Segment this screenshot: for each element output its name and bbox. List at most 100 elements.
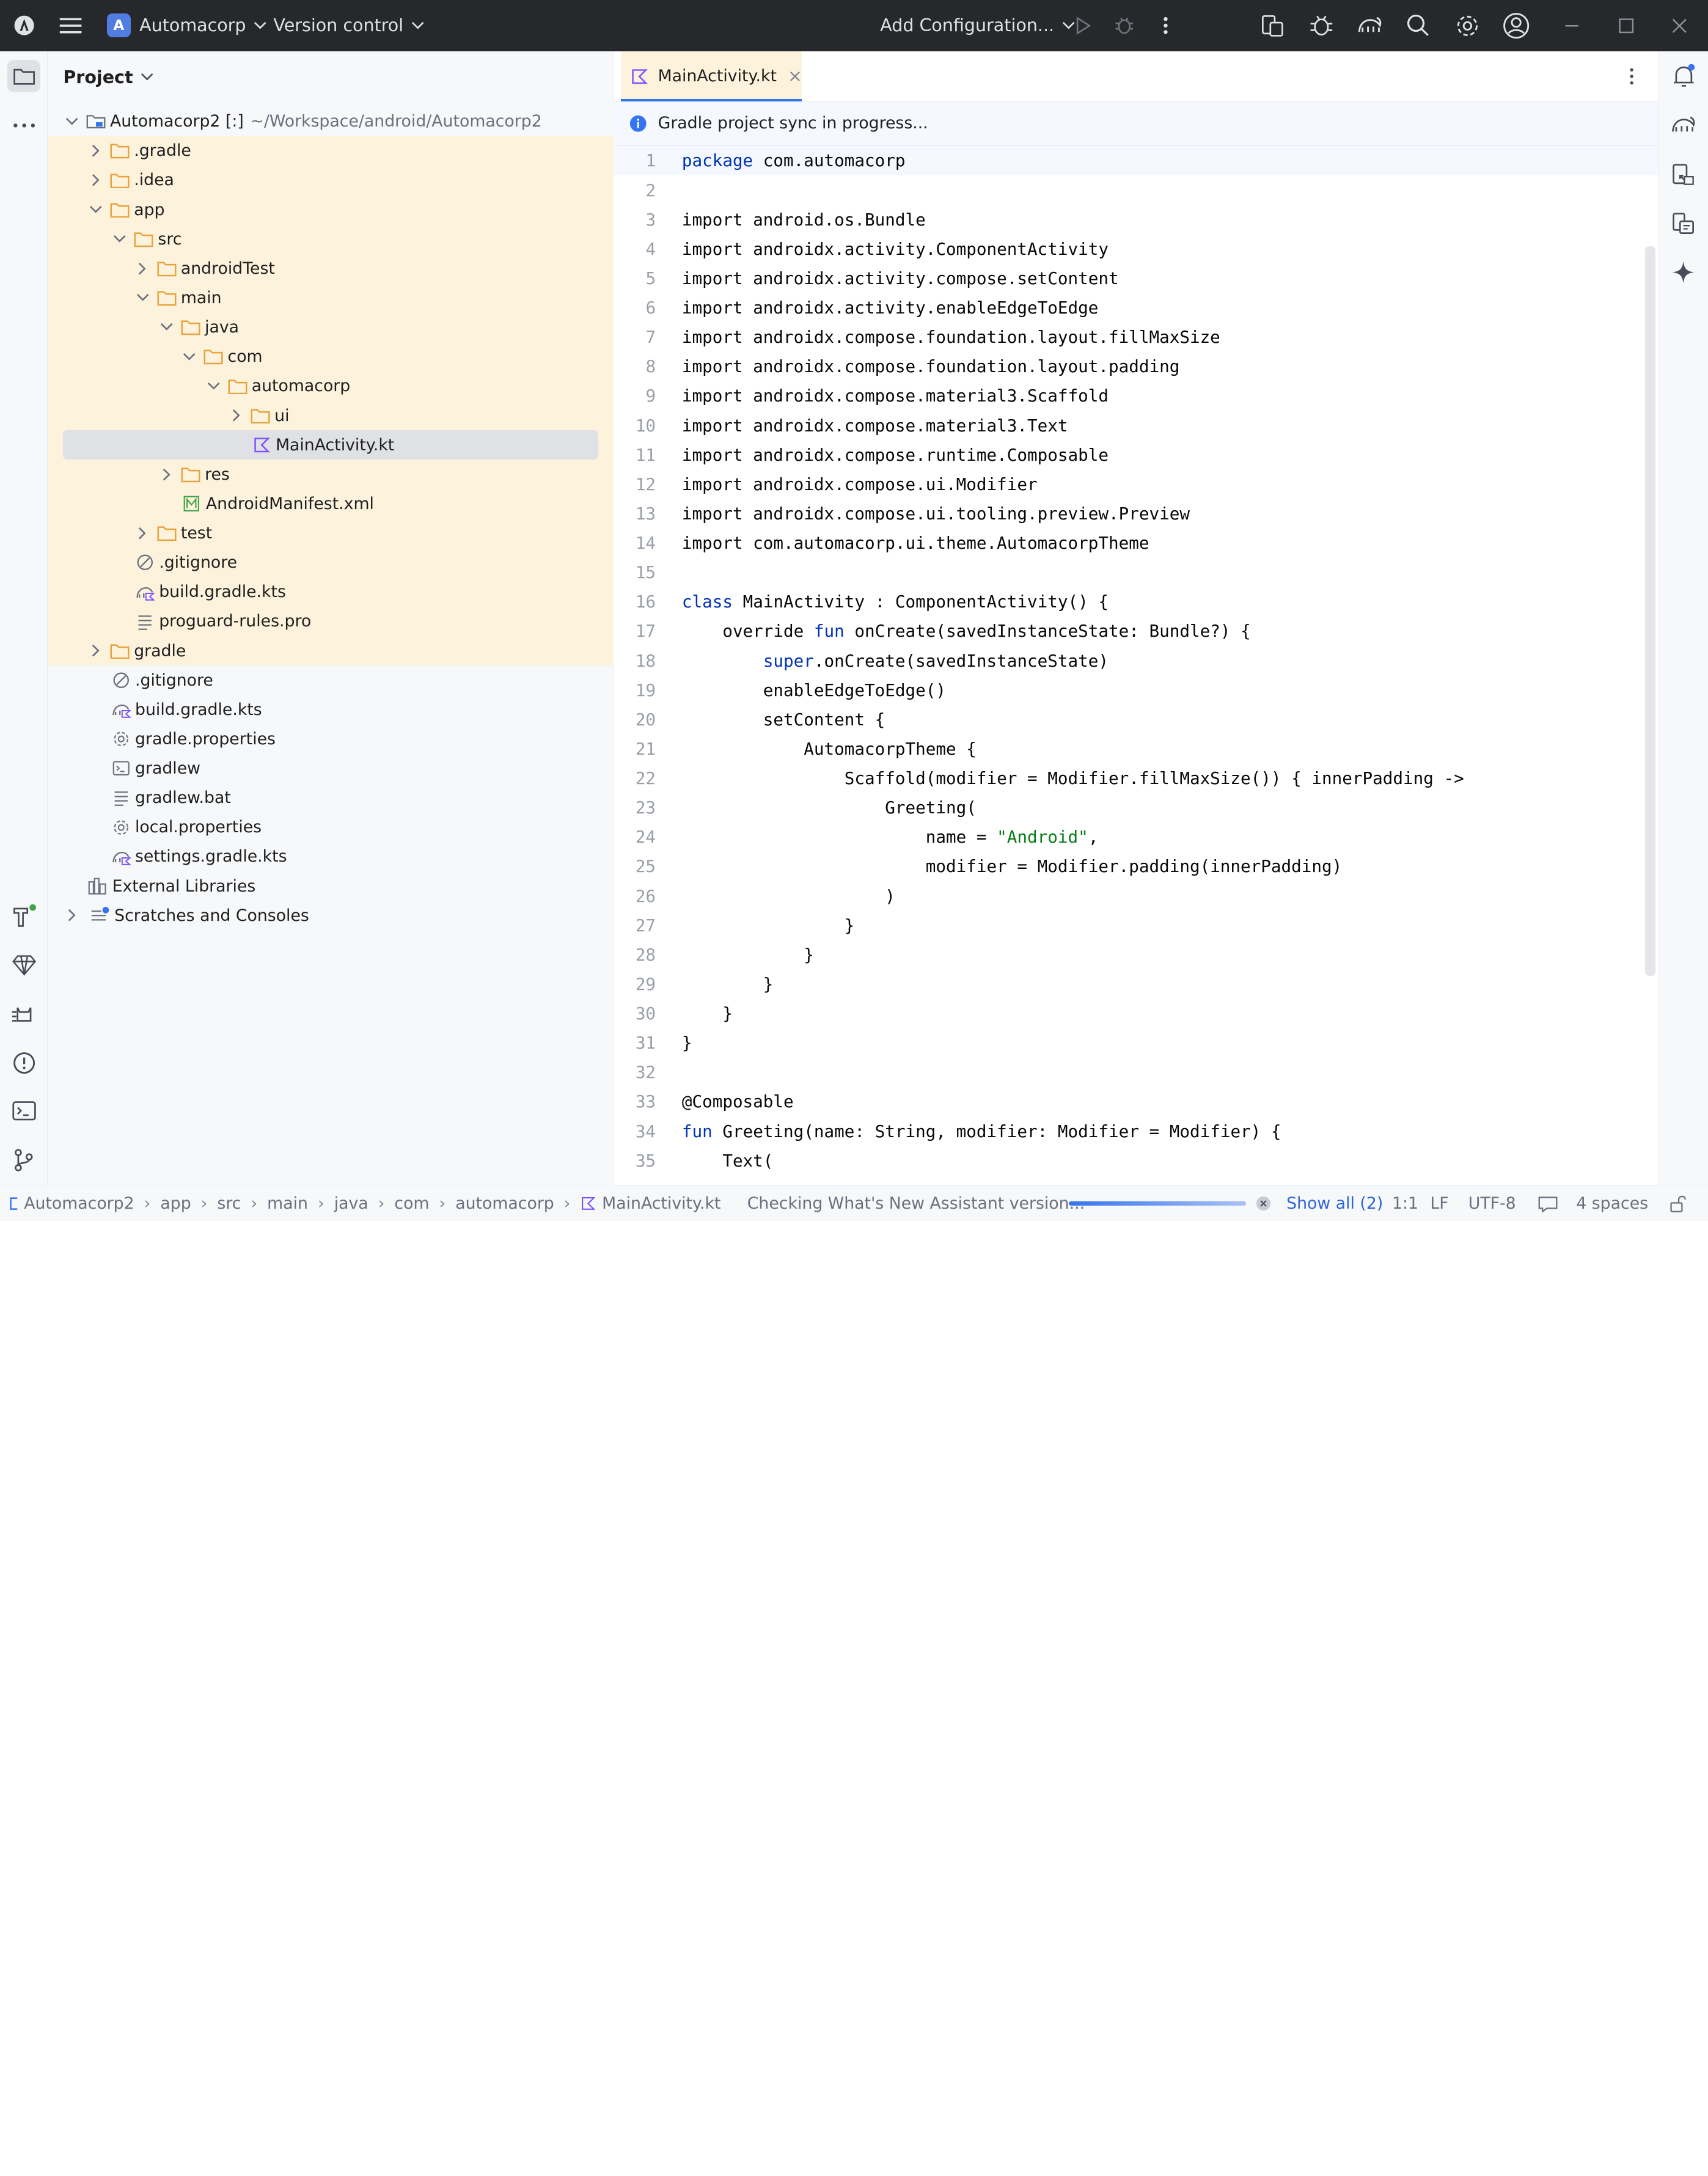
tree-item-res[interactable]: res [48, 460, 614, 489]
tree-item-app[interactable]: app [48, 195, 614, 225]
minimize-icon[interactable] [1563, 0, 1581, 51]
project-switcher[interactable]: A Automacorp [106, 0, 267, 51]
chevron-down-icon[interactable] [181, 348, 199, 365]
tree-item-root-build-gradle[interactable]: build.gradle.kts [48, 695, 613, 724]
chevron-down-icon[interactable] [87, 201, 105, 219]
tree-item-gradle-dir[interactable]: .gradle [48, 136, 614, 166]
breadcrumb-item[interactable]: com [394, 1194, 429, 1213]
lock-icon[interactable] [1669, 1185, 1687, 1221]
project-tool-icon[interactable] [7, 60, 40, 93]
chevron-right-icon[interactable] [63, 907, 81, 925]
debug-icon[interactable] [1113, 0, 1135, 51]
code-line: 6 import androidx.activity.enableEdgeToEd… [614, 293, 1658, 322]
chevron-down-icon[interactable] [205, 378, 222, 395]
tree-item-androidtest[interactable]: androidTest [48, 254, 614, 284]
notifications-bell-icon[interactable] [1667, 60, 1699, 92]
device-file-explorer-icon[interactable] [1667, 158, 1699, 190]
tree-item-test[interactable]: test [48, 518, 614, 548]
tree-item-java[interactable]: java [48, 312, 614, 342]
tree-item-external-libraries[interactable]: External Libraries [48, 871, 613, 901]
tree-item-scratches[interactable]: Scratches and Consoles [48, 901, 613, 930]
run-config-selector[interactable]: Add Configuration... [880, 0, 1075, 51]
chevron-right-icon[interactable] [87, 642, 105, 660]
code-editor[interactable]: 1 package com.automacorp 2 3 import androi… [614, 145, 1658, 1185]
version-control-icon[interactable] [7, 1144, 40, 1176]
maximize-icon[interactable] [1618, 0, 1635, 51]
close-tab-icon[interactable] [790, 71, 801, 82]
tree-item-local-properties[interactable]: local.properties [48, 813, 613, 842]
tab-mainactivity[interactable]: MainActivity.kt [621, 51, 802, 103]
breadcrumb-item[interactable]: automacorp [455, 1194, 554, 1213]
account-icon[interactable] [1502, 0, 1530, 51]
chevron-right-icon[interactable] [134, 524, 152, 542]
tree-item-settings-gradle[interactable]: settings.gradle.kts [48, 842, 613, 871]
terminal-icon[interactable] [7, 1094, 40, 1127]
tree-item-src[interactable]: src [48, 224, 614, 254]
more-options-icon[interactable] [1158, 0, 1173, 51]
tree-item-app-gitignore[interactable]: .gitignore [48, 548, 614, 577]
background-task[interactable]: Checking What's New Assistant version... [747, 1185, 1085, 1221]
chevron-down-icon[interactable] [111, 230, 129, 248]
breadcrumb-item[interactable]: Automacorp2 [24, 1194, 134, 1213]
build-icon[interactable] [7, 899, 40, 932]
tree-item-mainactivity-selected[interactable]: MainActivity.kt [48, 430, 614, 460]
search-icon[interactable] [1406, 0, 1430, 51]
chevron-down-icon[interactable] [158, 318, 175, 336]
code-text: import androidx.compose.material3.Text [681, 415, 1068, 436]
file-encoding[interactable]: UTF-8 [1468, 1185, 1516, 1221]
running-devices-icon[interactable] [1667, 207, 1699, 240]
editor-more-icon[interactable] [1627, 67, 1636, 90]
gradle-sync-icon[interactable] [1356, 0, 1384, 51]
tree-item-gradlew[interactable]: gradlew [48, 753, 613, 783]
tree-item-main[interactable]: main [48, 283, 614, 313]
logcat-icon[interactable] [7, 998, 40, 1030]
line-separator[interactable]: LF [1430, 1185, 1448, 1221]
chevron-right-icon[interactable] [134, 260, 152, 277]
editor-scrollbar[interactable] [1644, 246, 1656, 976]
problems-icon[interactable] [7, 1047, 40, 1079]
indent-setting[interactable]: 4 spaces [1576, 1185, 1648, 1221]
ai-assistant-sparkle-icon[interactable] [1667, 256, 1699, 288]
settings-gear-icon[interactable] [1454, 0, 1481, 51]
main-menu-icon[interactable] [59, 0, 82, 51]
tree-item-androidmanifest[interactable]: AndroidManifest.xml [48, 489, 614, 519]
breadcrumb-item[interactable]: java [334, 1194, 368, 1213]
show-all-tasks-link[interactable]: Show all (2) [1286, 1185, 1383, 1221]
breadcrumb-item[interactable]: app [160, 1194, 191, 1213]
chevron-right-icon[interactable] [158, 466, 175, 483]
readonly-doc-icon[interactable] [1538, 1185, 1558, 1221]
tree-label: Scratches and Consoles [114, 906, 309, 925]
chevron-right-icon[interactable] [228, 407, 246, 425]
close-window-icon[interactable] [1671, 0, 1688, 51]
chevron-right-icon[interactable] [87, 172, 105, 189]
code-line: 25 modifier = Modifier.padding(innerPadd… [614, 852, 1658, 881]
tree-item-idea[interactable]: .idea [48, 165, 614, 196]
chevron-right-icon[interactable] [87, 142, 105, 160]
cancel-task-icon[interactable] [1256, 1185, 1271, 1221]
tree-item-app-build-gradle[interactable]: build.gradle.kts [48, 577, 614, 607]
app-logo-icon[interactable] [12, 0, 36, 51]
app-inspection-icon[interactable] [1308, 0, 1335, 51]
breadcrumb-item[interactable]: main [267, 1194, 308, 1213]
tree-item-automacorp[interactable]: automacorp [48, 371, 614, 401]
tree-item-com[interactable]: com [48, 342, 614, 372]
tree-item-gradle[interactable]: gradle [48, 636, 614, 666]
tree-root-automacorp2[interactable]: Automacorp2 [:] ~/Workspace/android/Auto… [48, 107, 613, 136]
vcs-menu[interactable]: Version control [273, 0, 424, 51]
tree-item-root-gitignore[interactable]: .gitignore [48, 665, 613, 695]
gem-icon[interactable] [7, 949, 40, 981]
breadcrumb-item[interactable]: src [217, 1194, 241, 1213]
tree-item-gradlew-bat[interactable]: gradlew.bat [48, 783, 613, 813]
tree-item-ui[interactable]: ui [48, 400, 614, 431]
chevron-down-icon[interactable] [134, 289, 152, 307]
caret-position[interactable]: 1:1 [1392, 1185, 1418, 1221]
tree-item-proguard[interactable]: proguard-rules.pro [48, 606, 614, 636]
device-manager-icon[interactable] [1259, 0, 1286, 51]
gradle-tool-icon[interactable] [1667, 109, 1699, 141]
run-icon[interactable] [1073, 0, 1093, 51]
project-view-selector[interactable]: Project [63, 64, 153, 90]
breadcrumb-item[interactable]: MainActivity.kt [602, 1194, 720, 1213]
tree-item-gradle-properties[interactable]: gradle.properties [48, 724, 613, 753]
chevron-down-icon[interactable] [63, 112, 81, 130]
more-tools-icon[interactable] [7, 109, 40, 141]
